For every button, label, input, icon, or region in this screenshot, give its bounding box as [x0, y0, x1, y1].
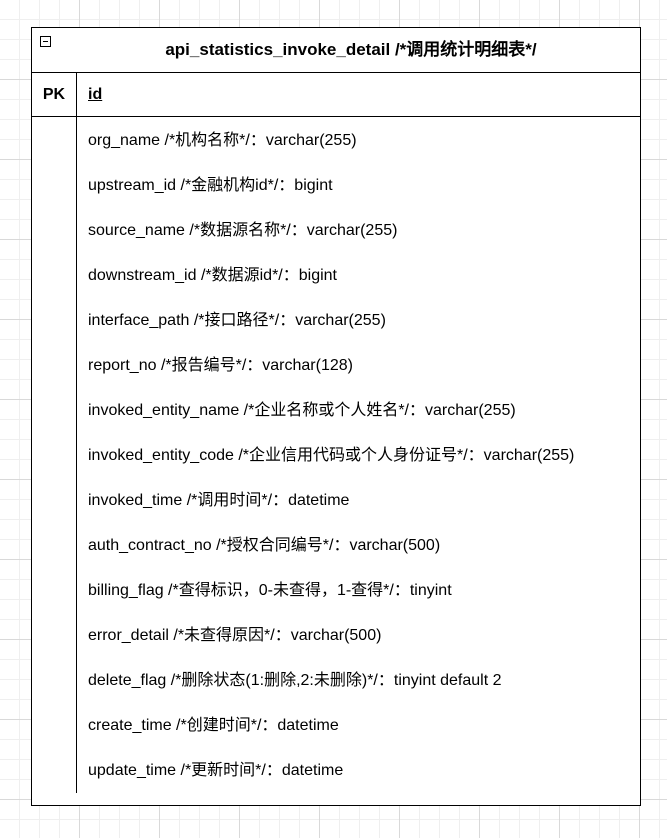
field-row: auth_contract_no /*授权合同编号*/：varchar(500) — [88, 537, 441, 554]
field-row: upstream_id /*金融机构id*/：bigint — [88, 177, 333, 194]
field-row: update_time /*更新时间*/：datetime — [88, 762, 344, 779]
table-title: api_statistics_invoke_detail /*调用统计明细表*/ — [165, 40, 537, 59]
header-divider — [32, 72, 640, 73]
field-row: invoked_time /*调用时间*/：datetime — [88, 492, 350, 509]
field-row: source_name /*数据源名称*/：varchar(255) — [88, 222, 398, 239]
field-row: report_no /*报告编号*/：varchar(128) — [88, 357, 353, 374]
field-list: org_name /*机构名称*/：varchar(255) upstream_i… — [88, 118, 574, 793]
field-row: org_name /*机构名称*/：varchar(255) — [88, 132, 357, 149]
key-column-divider — [76, 73, 77, 793]
field-row: interface_path /*接口路径*/：varchar(255) — [88, 312, 386, 329]
field-row: error_detail /*未查得原因*/：varchar(500) — [88, 627, 382, 644]
pk-field: id — [88, 86, 103, 103]
pk-label: PK — [42, 86, 66, 103]
field-row: invoked_entity_name /*企业名称或个人姓名*/：varcha… — [88, 402, 516, 419]
field-row: billing_flag /*查得标识，0-未查得，1-查得*/：tinyint — [88, 582, 452, 599]
pk-divider — [32, 116, 640, 117]
field-row: delete_flag /*删除状态(1:删除,2:未删除)*/：tinyint… — [88, 672, 502, 689]
collapse-icon[interactable] — [40, 36, 51, 47]
entity-table[interactable]: api_statistics_invoke_detail /*调用统计明细表*/… — [31, 27, 641, 806]
field-row: create_time /*创建时间*/：datetime — [88, 717, 339, 734]
field-row: downstream_id /*数据源id*/：bigint — [88, 267, 337, 284]
field-row: invoked_entity_code /*企业信用代码或个人身份证号*/：va… — [88, 447, 575, 464]
